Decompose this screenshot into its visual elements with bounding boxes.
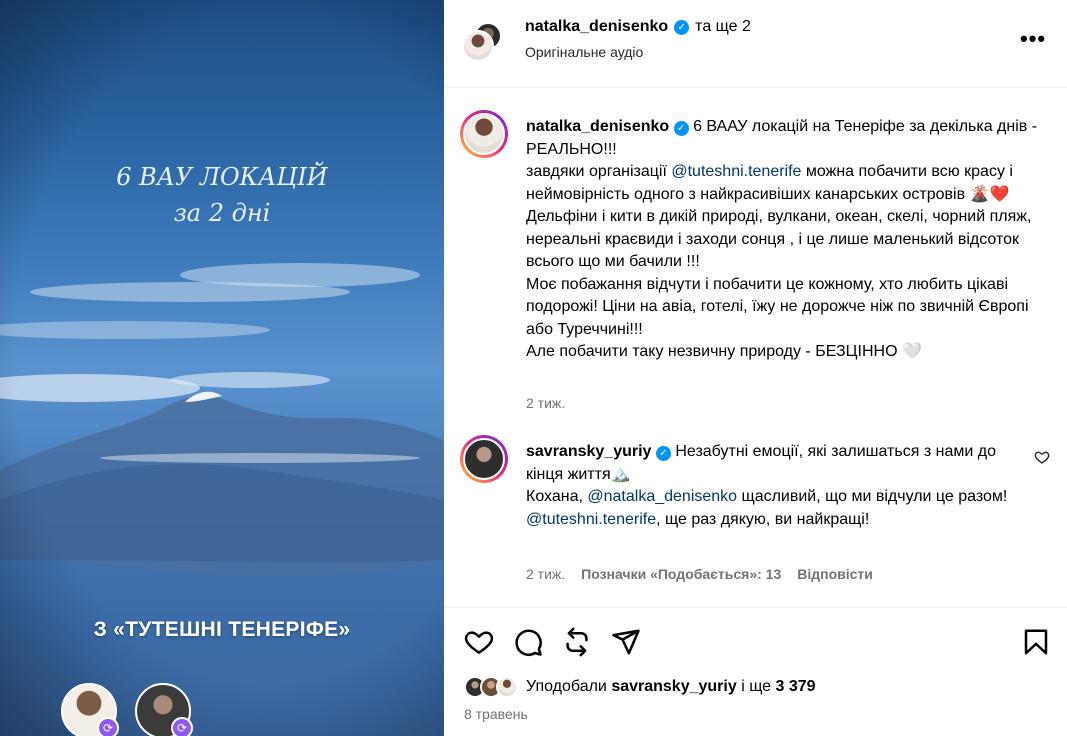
comments-area[interactable]: natalka_denisenko ✓ 6 ВААУ локацій на Те…	[444, 89, 1067, 607]
caption-line: Дельфіни і кити в дикій природі, вулкани…	[526, 208, 1032, 270]
likes-text[interactable]: Уподобали savransky_yuriy і ще 3 379	[526, 678, 816, 696]
likes-mid: і ще	[736, 678, 776, 695]
bookmark-icon[interactable]	[1021, 627, 1051, 657]
comment-likes[interactable]: Позначки «Подобається»: 13	[581, 566, 781, 582]
avatar[interactable]	[463, 438, 505, 480]
likes-summary[interactable]: Уподобали savransky_yuriy і ще 3 379	[464, 676, 816, 698]
post-date[interactable]: 8 травень	[464, 706, 528, 722]
comment-meta: 2 тиж. Позначки «Подобається»: 13 Відпов…	[526, 566, 873, 582]
likes-user[interactable]: savransky_yuriy	[611, 678, 736, 695]
mention-link[interactable]: @tuteshni.tenerife	[526, 511, 656, 528]
header-username[interactable]: natalka_denisenko	[525, 18, 668, 36]
likes-prefix: Уподобали	[526, 678, 612, 695]
caption-line: Але побачити таку незвичну природу - БЕЗ…	[526, 343, 922, 360]
comment-username[interactable]: savransky_yuriy	[526, 443, 651, 460]
caption-text: natalka_denisenko ✓ 6 ВААУ локацій на Те…	[526, 116, 1046, 364]
mention-link[interactable]: @natalka_denisenko	[587, 488, 737, 505]
repost-icon[interactable]	[562, 627, 592, 657]
comment-text: savransky_yuriy ✓ Незабутні емоції, які …	[526, 441, 1026, 531]
post-actions	[444, 607, 1067, 667]
collab-sync-icon: ⟳	[171, 717, 193, 736]
caption-username[interactable]: natalka_denisenko	[526, 118, 669, 135]
story-ring[interactable]	[460, 110, 508, 158]
comment-line: Кохана,	[526, 488, 588, 505]
avatar	[496, 676, 518, 698]
verified-icon: ✓	[673, 121, 689, 136]
verified-icon: ✓	[674, 19, 690, 35]
caption-meta: 2 тиж.	[526, 395, 565, 411]
post-panel: natalka_denisenko ✓ та ще 2 Оригінальне …	[444, 0, 1067, 736]
collab-sync-icon: ⟳	[97, 717, 119, 736]
collab-label: З «ТУТЕШНІ ТЕНЕРІФЕ»	[93, 618, 351, 641]
reply-button[interactable]: Відповісти	[797, 566, 873, 582]
and-others-text[interactable]: та ще 2	[695, 18, 751, 35]
comment-line: щасливий, що ми відчули це разом!	[737, 488, 1008, 505]
caption-line: Моє побажання відчути і побачити це кожн…	[526, 275, 1029, 338]
media-overlay-title: 6 ВАУ ЛОКАЦІЙ	[116, 163, 328, 191]
avatar[interactable]	[463, 113, 505, 155]
audio-link[interactable]: Оригінальне аудіо	[525, 44, 643, 60]
mention-link[interactable]: @tuteshni.tenerife	[671, 163, 801, 180]
comment-icon[interactable]	[513, 627, 543, 657]
comment-time[interactable]: 2 тиж.	[526, 566, 565, 582]
send-icon[interactable]	[611, 627, 641, 657]
caption-line: завдяки організації	[526, 163, 672, 180]
post-header: natalka_denisenko ✓ та ще 2 Оригінальне …	[444, 0, 1067, 88]
header-and-others[interactable]: та ще 2	[695, 18, 751, 36]
verified-icon: ✓	[655, 446, 671, 461]
media-overlay-subtitle: за 2 дні	[173, 199, 271, 227]
header-user: natalka_denisenko ✓ та ще 2	[525, 18, 751, 36]
heart-icon[interactable]	[464, 627, 494, 657]
liker-avatars	[464, 676, 518, 698]
likes-count[interactable]: 3 379	[776, 678, 816, 695]
avatar[interactable]	[462, 30, 494, 62]
caption-time[interactable]: 2 тиж.	[526, 395, 565, 411]
comment-line: , ще раз дякую, ви найкращі!	[656, 510, 870, 528]
comment-like-heart-icon[interactable]	[1034, 449, 1050, 465]
post-media[interactable]: 6 ВАУ ЛОКАЦІЙ за 2 дні З «ТУТЕШНІ ТЕНЕРІ…	[0, 0, 444, 736]
more-dots-icon[interactable]: •••	[1020, 26, 1046, 52]
story-ring[interactable]	[460, 435, 508, 483]
